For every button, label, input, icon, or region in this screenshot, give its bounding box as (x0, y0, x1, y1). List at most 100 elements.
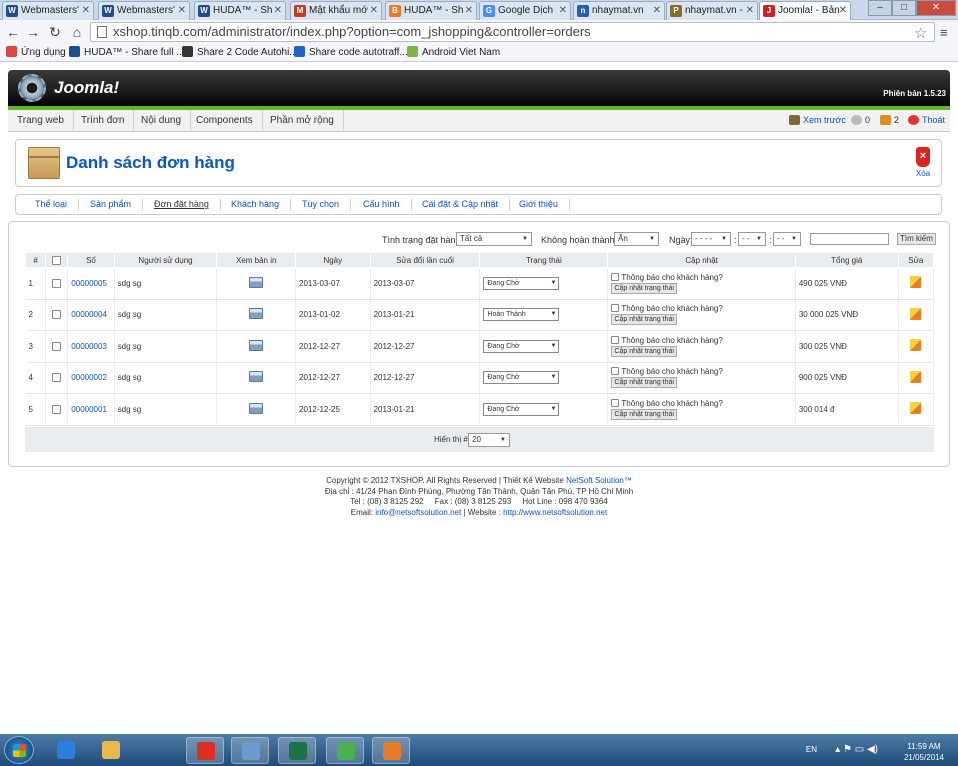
home-icon[interactable]: ⌂ (68, 23, 86, 41)
submenu-item[interactable]: Tùy chọn (291, 199, 352, 210)
reload-icon[interactable]: ↻ (46, 23, 64, 41)
status-select[interactable]: Đang Chờ (483, 402, 560, 416)
notify-checkbox[interactable] (611, 398, 620, 407)
printer-icon[interactable] (249, 276, 264, 288)
column-header[interactable]: Số (67, 252, 115, 268)
search-input[interactable] (810, 233, 889, 245)
browser-tab[interactable]: W Webmasters' ✕ (98, 1, 190, 20)
delete-button[interactable]: Xóa (913, 147, 933, 178)
update-status-button[interactable]: Cập nhật trạng thái (611, 314, 677, 326)
order-number-link[interactable]: 00000001 (71, 405, 107, 414)
taskbar-app[interactable] (372, 737, 410, 764)
tab-close-icon[interactable]: ✕ (274, 2, 282, 19)
column-header[interactable]: Cập nhật (607, 252, 796, 268)
column-header[interactable]: Sửa đổi lần cuối (369, 252, 481, 268)
notify-checkbox[interactable] (611, 304, 620, 313)
column-header[interactable]: Trạng thái (479, 252, 609, 268)
taskbar-app[interactable] (231, 737, 269, 764)
notify-customer[interactable]: Thông báo cho khách hàng? (611, 398, 794, 409)
submenu-item[interactable]: Cấu hình (352, 199, 412, 210)
chrome-menu-icon[interactable]: ≡ (940, 25, 948, 40)
column-header[interactable]: Xem bản in (216, 252, 297, 268)
bookmark-item[interactable]: Share code autotraff... (294, 45, 408, 61)
notify-customer[interactable]: Thông báo cho khách hàng? (611, 272, 794, 283)
row-checkbox[interactable] (52, 310, 62, 320)
status-select[interactable]: Đang Chờ (483, 371, 560, 385)
taskbar-app[interactable] (326, 737, 364, 764)
netsoft-link[interactable]: NetSoft Solution™ (566, 476, 632, 485)
admin-menu-item[interactable]: Nội dung (132, 110, 192, 132)
order-number-link[interactable]: 00000003 (71, 342, 107, 351)
clock[interactable]: 11:59 AM 21/05/2014 (904, 741, 944, 763)
tab-close-icon[interactable]: ✕ (370, 2, 378, 19)
admin-menu-item[interactable]: Trình đơn (72, 110, 135, 132)
notify-checkbox[interactable] (611, 335, 620, 344)
edit-icon[interactable] (910, 402, 922, 415)
incomplete-filter-select[interactable]: Ẩn (614, 232, 659, 246)
browser-tab[interactable]: n nhaymat.vn ✕ (573, 1, 665, 20)
users-status[interactable]: 2 (880, 115, 899, 125)
edit-icon[interactable] (910, 276, 922, 289)
column-header[interactable]: # (24, 252, 47, 268)
email-link[interactable]: info@netsoftsolution.net (375, 508, 461, 517)
url-input[interactable]: xshop.tinqb.com/administrator/index.php?… (90, 22, 935, 42)
column-header[interactable]: Tổng giá (794, 252, 899, 268)
order-number-link[interactable]: 00000005 (71, 279, 107, 288)
tab-close-icon[interactable]: ✕ (839, 2, 847, 19)
website-link[interactable]: http://www.netsoftsolution.net (503, 508, 607, 517)
preview-link[interactable]: Xem trước (789, 115, 846, 125)
search-button[interactable]: Tìm kiếm (897, 233, 936, 245)
notify-customer[interactable]: Thông báo cho khách hàng? (611, 367, 794, 377)
forward-icon[interactable]: → (24, 23, 42, 41)
edit-icon[interactable] (910, 370, 922, 383)
row-checkbox[interactable] (52, 278, 62, 288)
admin-menu-item[interactable]: Components (187, 110, 263, 132)
row-checkbox[interactable] (52, 404, 62, 414)
status-filter-select[interactable]: Tất cả (456, 232, 532, 246)
column-header[interactable]: Người sử dụng (113, 252, 218, 268)
month-select[interactable]: - - (738, 232, 766, 246)
printer-icon[interactable] (249, 402, 264, 414)
tab-close-icon[interactable]: ✕ (465, 2, 473, 19)
tab-close-icon[interactable]: ✕ (178, 2, 186, 19)
update-status-button[interactable]: Cập nhật trạng thái (611, 377, 677, 389)
edit-icon[interactable] (910, 339, 922, 352)
tray-icons[interactable]: ▴ ⚑ ▭ ◀) (835, 744, 878, 755)
submenu-item[interactable]: Thể loại (24, 199, 80, 210)
notify-customer[interactable]: Thông báo cho khách hàng? (611, 304, 794, 314)
maximize-button[interactable]: □ (892, 0, 916, 16)
printer-icon[interactable] (249, 339, 264, 351)
minimize-button[interactable]: – (868, 0, 892, 16)
column-header[interactable]: Sửa (897, 252, 935, 268)
tab-close-icon[interactable]: ✕ (746, 2, 754, 19)
status-select[interactable]: Đang Chờ (483, 339, 560, 353)
start-button[interactable] (4, 736, 34, 764)
messages-status[interactable]: 0 (851, 115, 870, 125)
edit-icon[interactable] (910, 307, 922, 320)
browser-tab[interactable]: W Webmasters' ✕ (2, 1, 94, 20)
taskbar-app[interactable] (186, 737, 224, 764)
row-checkbox[interactable] (52, 373, 62, 383)
update-status-button[interactable]: Cập nhật trạng thái (611, 345, 677, 357)
submenu-item[interactable]: Đơn đặt hàng (143, 199, 221, 210)
language-indicator[interactable]: EN (806, 745, 817, 754)
taskbar-app[interactable] (278, 737, 316, 764)
bookmark-item[interactable]: Share 2 Code Autohi... (182, 45, 298, 61)
bookmark-item[interactable]: Android Viet Nam (407, 45, 500, 61)
tab-close-icon[interactable]: ✕ (559, 2, 567, 19)
notify-checkbox[interactable] (611, 367, 620, 376)
logout-link[interactable]: Thoát (908, 115, 945, 125)
status-select[interactable]: Hoàn Thành (483, 308, 560, 322)
year-select[interactable]: - - - - (691, 232, 731, 246)
browser-tab[interactable]: Pnhaymat.vn - ✕ (666, 1, 758, 20)
browser-tab[interactable]: W HUDA™ - Sh ✕ (194, 1, 286, 20)
update-status-button[interactable]: Cập nhật trạng thái (611, 282, 677, 294)
browser-tab[interactable]: B HUDA™ - Sh ✕ (385, 1, 477, 20)
bookmark-star-icon[interactable]: ☆ (914, 24, 927, 42)
submenu-item[interactable]: Cài đặt & Cập nhật (411, 199, 511, 210)
submenu-item[interactable]: Khách hàng (220, 199, 292, 210)
update-status-button[interactable]: Cập nhật trạng thái (611, 408, 677, 420)
status-select[interactable]: Đang Chờ (483, 276, 560, 290)
taskbar-app[interactable] (92, 737, 130, 764)
submenu-item[interactable]: Giới thiệu (508, 199, 570, 210)
